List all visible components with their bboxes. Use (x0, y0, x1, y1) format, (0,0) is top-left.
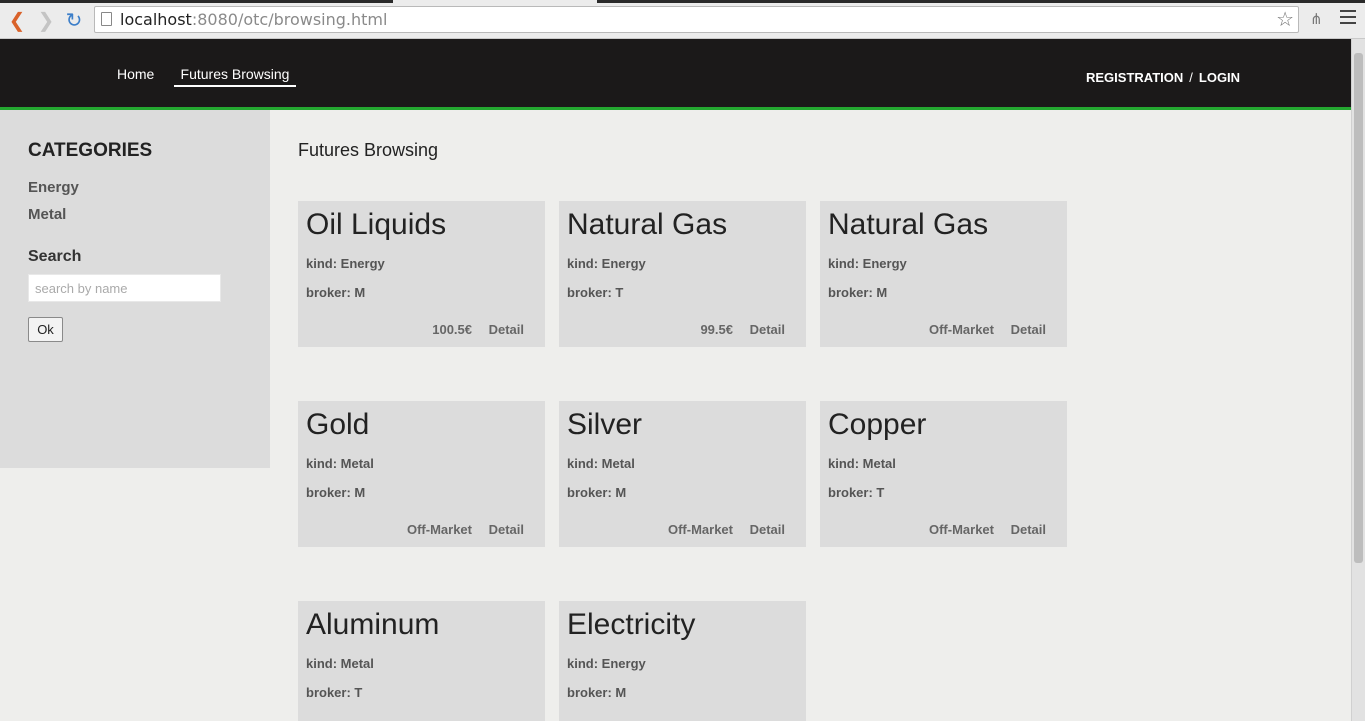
category-metal-link[interactable]: Metal (28, 206, 66, 223)
card-broker: broker: T (828, 485, 885, 500)
registration-link[interactable]: REGISTRATION (1086, 70, 1183, 85)
card-kind: kind: Metal (828, 456, 896, 471)
extension-icon[interactable]: ⋔ (1310, 10, 1323, 28)
category-energy-link[interactable]: Energy (28, 179, 79, 196)
card-title: Natural Gas (567, 208, 728, 241)
future-card: Natural Gas kind: Energy broker: T 99.5€… (559, 201, 806, 347)
card-broker: broker: M (828, 285, 888, 300)
card-detail-link[interactable]: Detail (750, 322, 785, 337)
page-title: Futures Browsing (298, 140, 439, 160)
browser-menu-icon[interactable] (1340, 10, 1356, 26)
card-title: Silver (567, 408, 643, 441)
card-broker: broker: T (306, 685, 363, 700)
card-kind: kind: Energy (567, 256, 646, 271)
card-broker: broker: M (306, 485, 366, 500)
nav-futures-browsing-link[interactable]: Futures Browsing (174, 66, 296, 87)
card-title: Natural Gas (828, 208, 989, 241)
scrollbar-thumb[interactable] (1354, 53, 1363, 563)
card-kind: kind: Energy (567, 656, 646, 671)
browser-toolbar: ❮ ❯ ↻ localhost:8080/otc/browsing.html ☆… (0, 0, 1365, 39)
back-arrow-icon[interactable]: ❮ (6, 9, 28, 31)
card-price: Off-Market (928, 322, 994, 337)
card-title: Electricity (567, 608, 696, 641)
auth-links: REGISTRATION / LOGIN (1086, 70, 1240, 85)
login-link[interactable]: LOGIN (1199, 70, 1240, 85)
bookmark-star-icon[interactable]: ☆ (1276, 8, 1294, 30)
forward-arrow-icon[interactable]: ❯ (35, 9, 57, 31)
sidebar: CATEGORIES Energy Metal Search Ok (0, 110, 270, 468)
card-title: Copper (828, 408, 927, 441)
card-price: Off-Market (406, 522, 472, 537)
card-kind: kind: Metal (567, 456, 635, 471)
card-detail-link[interactable]: Detail (750, 522, 785, 537)
future-card: Silver kind: Metal broker: M Off-Market … (559, 401, 806, 547)
future-card: Electricity kind: Energy broker: M (559, 601, 806, 721)
search-ok-button[interactable]: Ok (28, 317, 63, 342)
url-host: localhost (120, 10, 192, 29)
card-title: Aluminum (306, 608, 440, 641)
card-price: Off-Market (928, 522, 994, 537)
card-detail-link[interactable]: Detail (1011, 322, 1046, 337)
page-icon (101, 12, 112, 26)
reload-icon[interactable]: ↻ (63, 9, 85, 31)
card-price: Off-Market (667, 522, 733, 537)
card-detail-link[interactable]: Detail (489, 322, 524, 337)
address-bar[interactable]: localhost:8080/otc/browsing.html ☆ (94, 6, 1299, 33)
search-input[interactable] (28, 274, 221, 302)
future-card: Aluminum kind: Metal broker: T (298, 601, 545, 721)
card-price: 100.5€ (432, 322, 472, 337)
card-kind: kind: Energy (828, 256, 907, 271)
card-broker: broker: T (567, 285, 624, 300)
tab-strip (0, 0, 1365, 3)
card-broker: broker: M (306, 285, 366, 300)
search-heading: Search (28, 248, 82, 265)
card-price: 99.5€ (700, 322, 733, 337)
card-detail-link[interactable]: Detail (1011, 522, 1046, 537)
url-path: :8080/otc/browsing.html (191, 10, 388, 29)
categories-heading: CATEGORIES (28, 140, 153, 161)
site-header: Home Futures Browsing REGISTRATION / LOGIN (0, 39, 1351, 110)
page-scrollbar[interactable] (1351, 39, 1365, 721)
card-kind: kind: Metal (306, 456, 374, 471)
card-broker: broker: M (567, 485, 627, 500)
card-title: Oil Liquids (306, 208, 447, 241)
future-card: Oil Liquids kind: Energy broker: M 100.5… (298, 201, 545, 347)
card-detail-link[interactable]: Detail (489, 522, 524, 537)
future-card: Natural Gas kind: Energy broker: M Off-M… (820, 201, 1067, 347)
card-kind: kind: Metal (306, 656, 374, 671)
url-text[interactable]: localhost:8080/otc/browsing.html (120, 10, 387, 29)
card-kind: kind: Energy (306, 256, 385, 271)
future-card: Gold kind: Metal broker: M Off-Market De… (298, 401, 545, 547)
future-card: Copper kind: Metal broker: T Off-Market … (820, 401, 1067, 547)
card-title: Gold (306, 408, 370, 441)
card-broker: broker: M (567, 685, 627, 700)
auth-separator: / (1189, 70, 1193, 85)
nav-home-link[interactable]: Home (117, 66, 154, 82)
